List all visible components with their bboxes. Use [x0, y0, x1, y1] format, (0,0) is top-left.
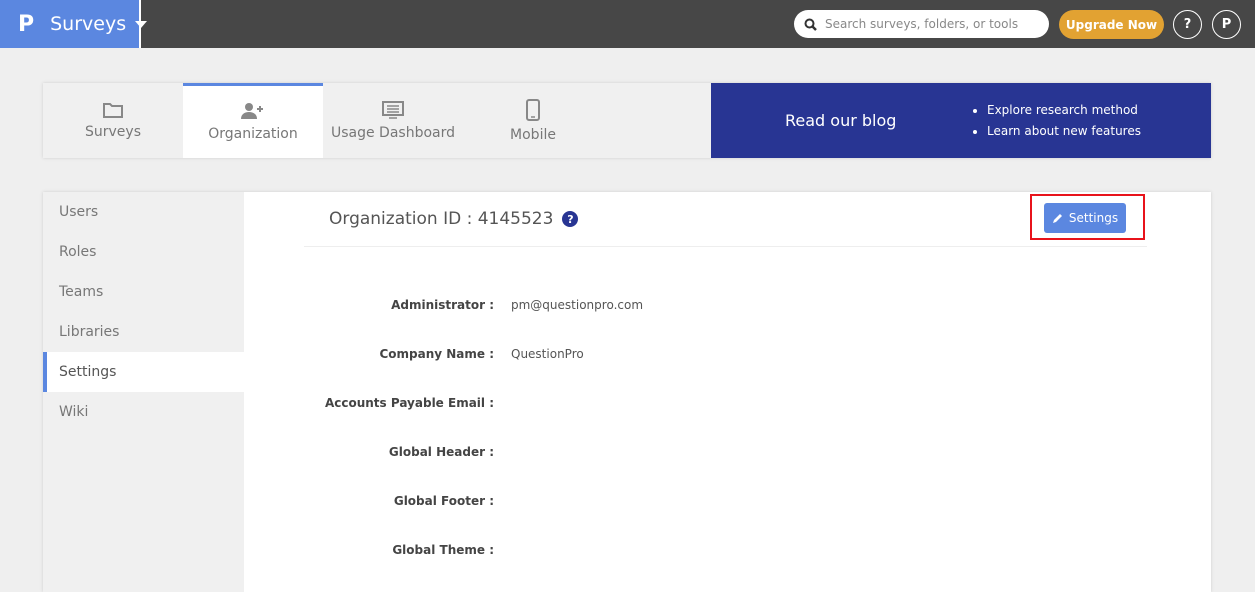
top-bar: P Surveys Upgrade Now ? P [0, 0, 1255, 48]
search-box[interactable] [794, 10, 1049, 38]
field-label: Global Header : [388, 445, 494, 459]
sidebar-item-settings[interactable]: Settings [43, 352, 244, 392]
tab-surveys[interactable]: Surveys [43, 83, 183, 158]
user-plus-icon [241, 103, 263, 119]
tab-label: Organization [208, 126, 298, 142]
app-name: Surveys [50, 13, 127, 35]
field-label: Global Footer : [393, 494, 494, 508]
main-tabs: Surveys Organization Usage Dashboard Mob… [43, 83, 1211, 158]
sidebar-item-roles[interactable]: Roles [43, 232, 244, 272]
blog-title: Read our blog [785, 111, 897, 130]
sidebar-item-users[interactable]: Users [43, 192, 244, 232]
tab-usage-dashboard[interactable]: Usage Dashboard [323, 83, 463, 158]
upgrade-button[interactable]: Upgrade Now [1059, 10, 1164, 39]
field-row: Company Name : QuestionPro [304, 347, 584, 361]
tab-label: Usage Dashboard [330, 124, 456, 141]
logo-icon: P [18, 11, 35, 37]
organization-panel: Users Roles Teams Libraries Settings Wik… [43, 192, 1211, 592]
field-value: QuestionPro [511, 347, 584, 361]
page-title: Organization ID : 4145523 [329, 209, 554, 229]
search-icon [804, 18, 817, 31]
field-row: Global Header : [304, 445, 511, 459]
field-row: Accounts Payable Email : [304, 396, 511, 410]
sidebar-item-wiki[interactable]: Wiki [43, 392, 244, 432]
sidebar-item-teams[interactable]: Teams [43, 272, 244, 312]
blog-item[interactable]: Explore research method [987, 100, 1141, 121]
blog-banner[interactable]: Read our blog Explore research method Le… [711, 83, 1211, 158]
field-row: Global Theme : [304, 543, 511, 557]
avatar[interactable]: P [1212, 10, 1241, 39]
tab-label: Mobile [510, 126, 556, 143]
caret-down-icon [135, 20, 148, 28]
monitor-icon [382, 100, 404, 119]
app-switcher[interactable]: P Surveys [0, 0, 148, 48]
settings-button-label: Settings [1068, 211, 1119, 225]
blog-item[interactable]: Learn about new features [987, 121, 1141, 142]
sidebar: Users Roles Teams Libraries Settings Wik… [43, 192, 244, 592]
folder-icon [103, 102, 123, 118]
field-label: Accounts Payable Email : [324, 396, 494, 410]
field-label: Administrator : [391, 298, 494, 312]
help-icon[interactable]: ? [562, 211, 579, 227]
field-row: Global Footer : [304, 494, 511, 508]
search-input[interactable] [825, 17, 1035, 31]
field-label: Global Theme : [392, 543, 494, 557]
field-row: Administrator : pm@questionpro.com [304, 298, 643, 312]
tab-organization[interactable]: Organization [183, 83, 323, 158]
sidebar-item-libraries[interactable]: Libraries [43, 312, 244, 352]
tab-label: Surveys [85, 123, 141, 140]
pencil-icon [1052, 213, 1062, 223]
org-header: Organization ID : 4145523 ? [304, 192, 1147, 247]
field-label: Company Name : [379, 347, 494, 361]
settings-button[interactable]: Settings [1044, 203, 1126, 233]
field-value: pm@questionpro.com [511, 298, 644, 312]
mobile-icon [526, 98, 540, 121]
tab-mobile[interactable]: Mobile [463, 83, 603, 158]
help-button[interactable]: ? [1173, 10, 1202, 39]
